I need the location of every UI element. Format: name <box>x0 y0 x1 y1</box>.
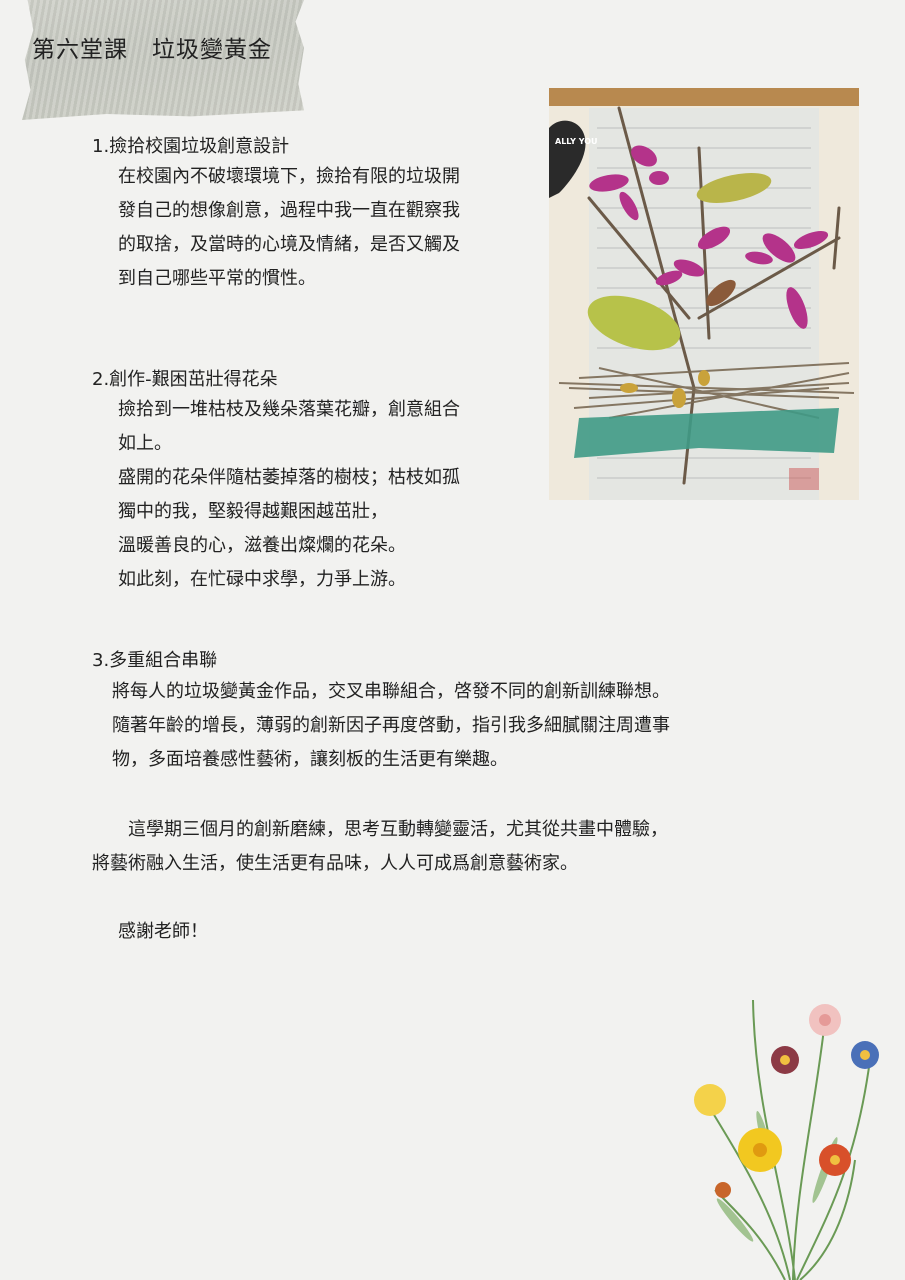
section2-line: 盛開的花朵伴隨枯萎掉落的樹枝；枯枝如孤 <box>118 467 460 488</box>
blue-iris-icon <box>851 1041 879 1069</box>
section2-line: 如此刻，在忙碌中求學，力爭上游。 <box>118 569 406 590</box>
section3-line: 物，多面培養感性藝術，讓刻板的生活更有樂趣。 <box>112 749 508 770</box>
section2-line: 獨中的我，堅毅得越艱困越茁壯， <box>118 501 388 522</box>
red-iris-icon <box>771 1046 799 1074</box>
artwork-photo: ALLY YOU <box>549 88 859 500</box>
section1-line: 發自己的想像創意，過程中我一直在觀察我 <box>118 200 460 221</box>
section3-heading: 3.多重組合串聯 <box>92 650 218 671</box>
page-title: 第六堂課 垃圾變黃金 <box>32 37 272 63</box>
decorative-flowers-illustration <box>694 999 879 1280</box>
pink-lily-icon <box>809 1004 841 1036</box>
section2-heading: 2.創作-艱困茁壯得花朵 <box>92 369 278 390</box>
closing-line: 將藝術融入生活，使生活更有品味，人人可成爲創意藝術家。 <box>92 853 578 874</box>
section1-line: 的取捨，及當時的心境及情緒，是否又觸及 <box>118 234 460 255</box>
closing-paragraph: 這學期三個月的創新磨練，思考互動轉變靈活，尤其從共畫中體驗， 將藝術融入生活，使… <box>92 813 668 881</box>
section2-line: 如上。 <box>118 433 172 454</box>
section1-line: 在校園內不破壞環境下，撿拾有限的垃圾開 <box>118 166 460 187</box>
thanks-text: 感謝老師！ <box>118 921 208 942</box>
section2-line: 溫暖善良的心，滋養出燦爛的花朵。 <box>118 535 406 556</box>
yellow-lily-icon <box>694 1084 726 1116</box>
wood-table-edge <box>549 88 859 106</box>
section2-body: 撿拾到一堆枯枝及幾朵落葉花瓣，創意組合 如上。 盛開的花朵伴隨枯萎掉落的樹枝；枯… <box>118 393 460 597</box>
section1-body: 在校園內不破壞環境下，撿拾有限的垃圾開 發自己的想像創意，過程中我一直在觀察我 … <box>118 160 460 296</box>
orange-iris-icon <box>819 1144 851 1176</box>
sticker-label: ALLY YOU <box>555 137 598 146</box>
section3-body: 將每人的垃圾變黃金作品，交叉串聯組合，啓發不同的創新訓練聯想。 隨著年齡的增長，… <box>112 675 670 777</box>
section3-line: 將每人的垃圾變黃金作品，交叉串聯組合，啓發不同的創新訓練聯想。 <box>112 681 670 702</box>
section3-line: 隨著年齡的增長，薄弱的創新因子再度啓動，指引我多細膩關注周遭事 <box>112 715 670 736</box>
section2-line: 撿拾到一堆枯枝及幾朵落葉花瓣，創意組合 <box>118 399 460 420</box>
small-orange-flower-icon <box>715 1182 731 1198</box>
section1-heading: 1.撿拾校園垃圾創意設計 <box>92 136 290 157</box>
closing-line: 這學期三個月的創新磨練，思考互動轉變靈活，尤其從共畫中體驗， <box>92 819 668 840</box>
yellow-iris-icon <box>738 1128 782 1172</box>
section1-line: 到自己哪些平常的慣性。 <box>118 268 316 289</box>
